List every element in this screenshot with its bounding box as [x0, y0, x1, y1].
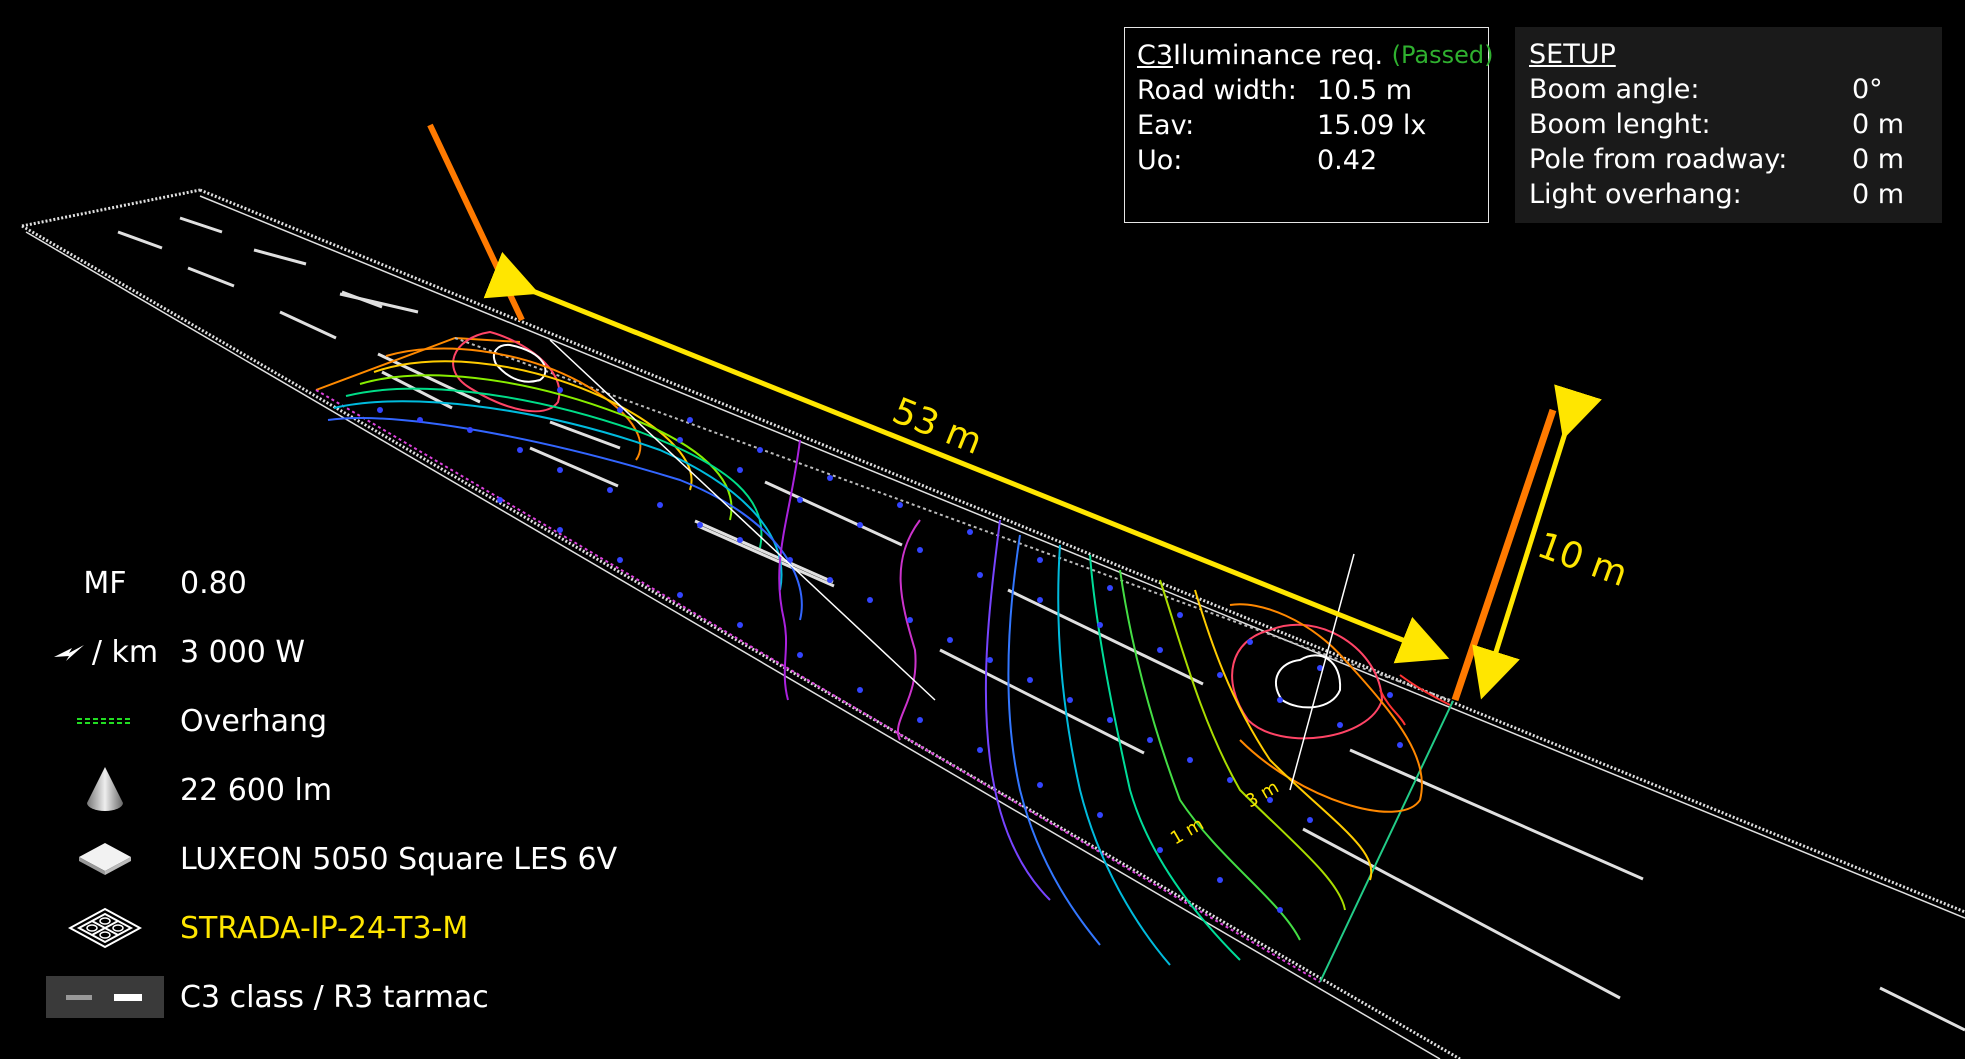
legend-power: / km 3 000 W — [30, 627, 670, 677]
lane-dash — [1349, 748, 1644, 881]
pole-1 — [427, 123, 525, 322]
illuminance-panel: C3 Iluminance req. (Passed) Road width: … — [1124, 27, 1494, 223]
lightning-icon — [53, 645, 84, 661]
eav-key: Eav: — [1137, 110, 1195, 141]
isolux-contours-pole-2 — [984, 519, 1451, 966]
setup-heading: SETUP — [1529, 39, 1616, 70]
class-name: C3 — [1137, 40, 1174, 71]
power-unit: / km — [91, 634, 159, 670]
setup-panel: SETUP Boom angle: 0° Boom lenght: 0 m Po… — [1515, 27, 1942, 223]
road-far-end — [21, 188, 201, 228]
lane-dash — [117, 230, 163, 250]
lane-dash — [1879, 986, 1965, 1032]
lane-dash — [279, 310, 337, 340]
lane-dash — [1302, 827, 1621, 1000]
boom-length-row: Boom lenght: 0 m — [1529, 107, 1928, 142]
pole-distance-value: 0 m — [1852, 144, 1905, 175]
flux-value: 22 600 lm — [180, 772, 333, 808]
contour-label-1m: 1 m — [1167, 814, 1208, 850]
overhang-label: Overhang — [180, 703, 328, 739]
legend-overhang: Overhang — [30, 696, 670, 746]
status-badge: (Passed) — [1391, 41, 1494, 69]
boom-angle-key: Boom angle: — [1529, 74, 1700, 105]
illuminance-title: C3 Iluminance req. (Passed) — [1137, 38, 1494, 73]
lane-dash — [549, 420, 621, 450]
light-cone-icon — [87, 767, 123, 811]
eav-value: 15.09 lx — [1317, 110, 1427, 141]
legend-road-class: C3 class / R3 tarmac — [30, 972, 670, 1022]
lane-dash — [253, 248, 307, 266]
power-value: 3 000 W — [180, 634, 306, 670]
luminaire-icon — [68, 907, 142, 949]
illuminance-title-text: Iluminance req. — [1173, 40, 1384, 71]
isolux-contours-pole-1 — [327, 330, 921, 741]
luminaire-name: STRADA-IP-24-T3-M — [180, 910, 469, 946]
overhang-row: Light overhang: 0 m — [1529, 177, 1928, 212]
eav-row: Eav: 15.09 lx — [1137, 108, 1476, 143]
led-chip-icon — [79, 843, 131, 875]
lane-dash — [187, 266, 235, 288]
boom-length-value: 0 m — [1852, 109, 1905, 140]
boom-angle-row: Boom angle: 0° — [1529, 72, 1928, 107]
uo-value: 0.42 — [1317, 145, 1378, 176]
lane-dash — [939, 648, 1145, 755]
legend-luminaire: STRADA-IP-24-T3-M — [30, 903, 670, 953]
overhang-dashes-icon — [77, 718, 133, 724]
uo-row: Uo: 0.42 — [1137, 143, 1476, 178]
mf-key: MF — [83, 565, 127, 601]
overhang-value: 0 m — [1852, 179, 1905, 210]
mf-value: 0.80 — [180, 565, 247, 601]
contour-label-3m: 3 m — [1242, 777, 1283, 813]
legend-flux: 22 600 lm — [30, 765, 670, 815]
lane-dash — [529, 446, 619, 488]
lane-dash — [697, 524, 835, 588]
boom-length-key: Boom lenght: — [1529, 109, 1711, 140]
boom-angle-value: 0° — [1852, 74, 1883, 105]
road-width-value: 10.5 m — [1317, 75, 1413, 106]
road-width-row: Road width: 10.5 m — [1137, 73, 1476, 108]
height-label: 10 m — [1532, 525, 1633, 595]
measurement-lines — [549, 339, 1355, 791]
pole-distance-row: Pole from roadway: 0 m — [1529, 142, 1928, 177]
dimension-arrows — [483, 251, 1602, 700]
road-width-key: Road width: — [1137, 75, 1297, 106]
pole-distance-key: Pole from roadway: — [1529, 144, 1788, 175]
lane-dash — [339, 292, 419, 314]
overhang-key: Light overhang: — [1529, 179, 1742, 210]
legend-mf: MF 0.80 — [30, 558, 670, 608]
lane-dash — [764, 480, 903, 547]
legend-led: LUXEON 5050 Square LES 6V — [30, 834, 670, 884]
uo-key: Uo: — [1137, 145, 1183, 176]
lane-dash — [179, 216, 223, 234]
led-name: LUXEON 5050 Square LES 6V — [180, 841, 618, 877]
road-class-label: C3 class / R3 tarmac — [180, 979, 489, 1015]
road-class-icon — [46, 976, 164, 1018]
